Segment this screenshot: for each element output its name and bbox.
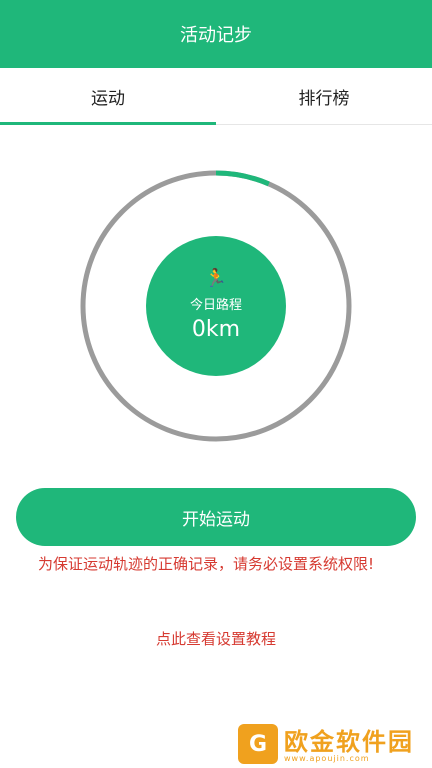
today-distance-value: 0km xyxy=(191,317,241,342)
watermark-logo-icon: G xyxy=(238,724,278,764)
start-exercise-button[interactable]: 开始运动 xyxy=(16,488,416,546)
app-header: 活动记步 xyxy=(0,0,432,68)
watermark: G 欧金软件园 www.apoujin.com xyxy=(232,716,432,768)
page-title: 活动记步 xyxy=(180,25,252,46)
tab-bar: 运动 排行榜 xyxy=(0,68,432,125)
today-distance-circle: 🏃 今日路程 0km xyxy=(146,236,286,376)
running-icon: 🏃 xyxy=(204,268,228,289)
tab-exercise[interactable]: 运动 xyxy=(0,68,216,125)
settings-tutorial-link[interactable]: 点此查看设置教程 xyxy=(0,628,432,649)
watermark-url: www.apoujin.com xyxy=(284,754,370,763)
today-distance-label: 今日路程 xyxy=(189,298,242,313)
watermark-name: 欧金软件园 xyxy=(284,728,414,756)
permission-warning: 为保证运动轨迹的正确记录，请务必设置系统权限! xyxy=(38,555,375,573)
tab-leaderboard[interactable]: 排行榜 xyxy=(216,68,432,124)
